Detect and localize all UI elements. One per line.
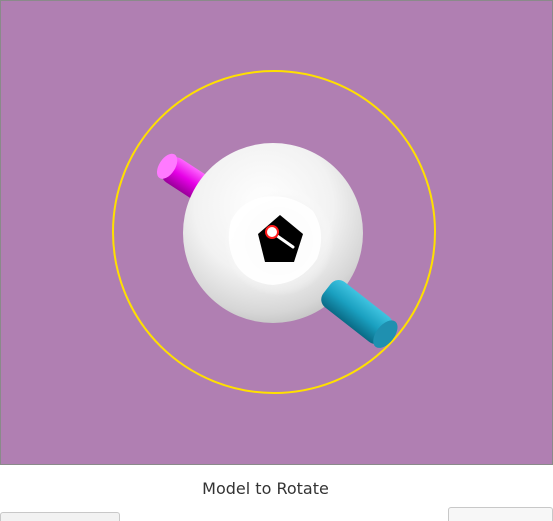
cyan-handle[interactable] (317, 276, 402, 352)
3d-viewport[interactable] (0, 0, 553, 465)
viewport-caption: Model to Rotate (202, 479, 329, 498)
pivot-marker-icon (265, 225, 279, 239)
bottom-tab-right[interactable] (448, 507, 553, 521)
rotation-scene[interactable] (1, 1, 553, 466)
bottom-tab-left[interactable] (0, 512, 120, 521)
